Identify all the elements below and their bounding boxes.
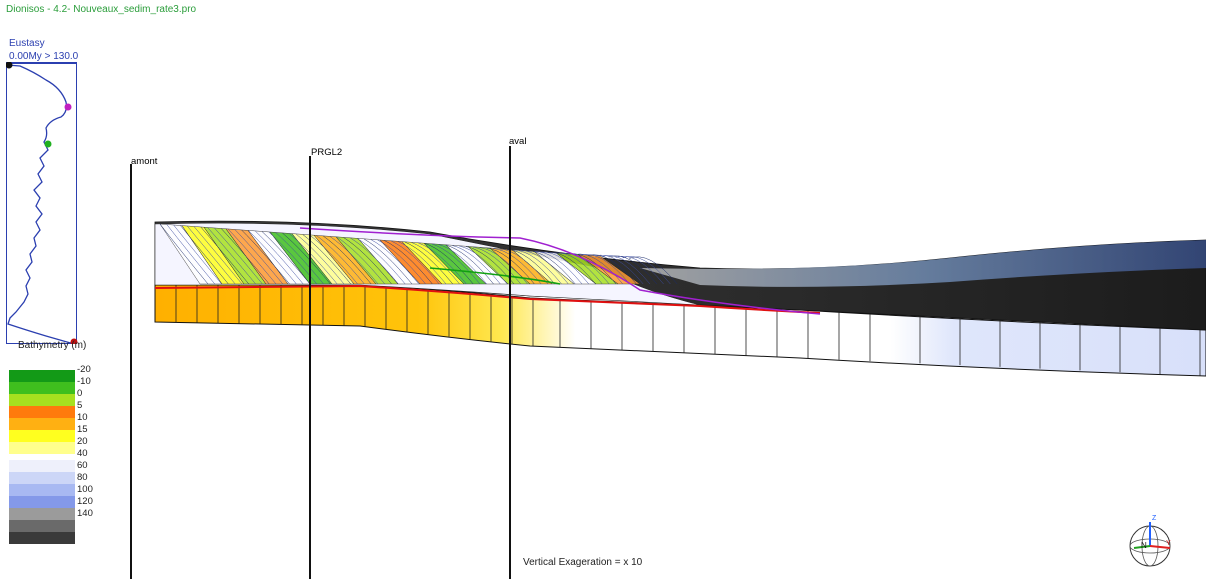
well-label-prgl2: PRGL2 xyxy=(311,147,342,158)
orientation-compass-icon[interactable]: Z N Y xyxy=(1122,510,1178,570)
compass-axis-n: N xyxy=(1141,541,1147,550)
compass-axis-y: Y xyxy=(1166,540,1171,547)
cross-section-view[interactable]: amont PRGL2 aval xyxy=(0,0,1206,579)
vertical-exaggeration-label: Vertical Exageration = x 10 xyxy=(523,557,643,568)
well-label-amont: amont xyxy=(131,156,158,167)
compass-axis-z: Z xyxy=(1152,515,1157,522)
well-label-aval: aval xyxy=(509,136,526,147)
